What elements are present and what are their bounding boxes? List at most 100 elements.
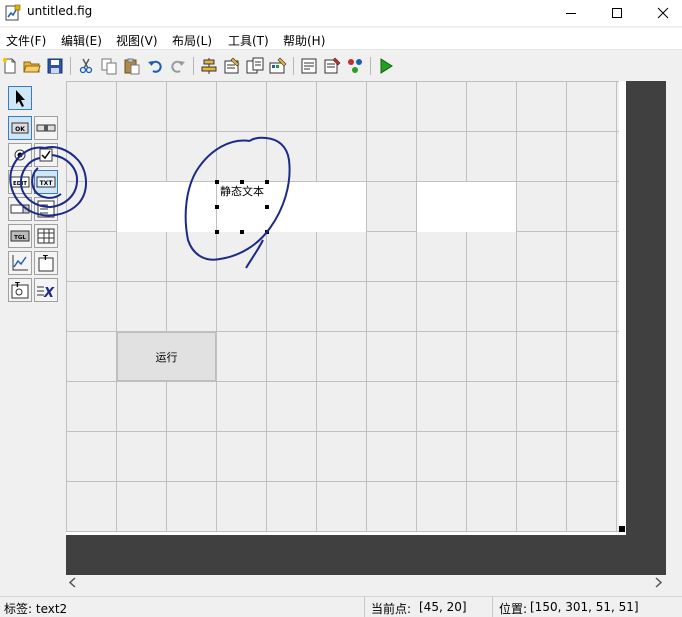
toolbar [0, 53, 682, 79]
title-bar: untitled.fig [0, 0, 682, 26]
activex-icon: X [37, 286, 55, 301]
svg-text:T: T [15, 281, 20, 289]
status-divider [492, 597, 493, 617]
menu-bar: 文件(F) 编辑(E) 视图(V) 布局(L) 工具(T) 帮助(H) [0, 28, 682, 50]
horizontal-scrollbar[interactable] [66, 575, 666, 590]
popup-menu-tool[interactable] [8, 197, 32, 221]
toolbar-separator [293, 57, 294, 75]
paste-icon[interactable] [123, 57, 141, 75]
toolbar-separator [193, 57, 194, 75]
status-position-label: 位置: [499, 602, 528, 616]
new-file-icon[interactable] [1, 57, 19, 75]
button-group-icon: T [11, 281, 29, 299]
panel-icon: T [38, 254, 54, 272]
selection-handle[interactable] [265, 180, 269, 184]
minimize-icon [566, 13, 576, 14]
radio-button-tool[interactable] [8, 143, 32, 167]
svg-text:TXT: TXT [40, 180, 54, 187]
undo-icon[interactable] [146, 57, 164, 75]
static-text-component[interactable] [117, 182, 216, 232]
toolbar-editor-icon[interactable] [269, 57, 287, 75]
svg-text:X: X [43, 286, 55, 301]
static-text-tool[interactable]: TXT [34, 170, 58, 194]
editor-icon[interactable] [300, 57, 318, 75]
pointer-arrow-icon [16, 90, 25, 107]
svg-text:TGL: TGL [14, 235, 26, 241]
svg-text:EDIT: EDIT [13, 181, 27, 187]
activex-tool[interactable]: X [34, 278, 58, 302]
selection-handle[interactable] [215, 230, 219, 234]
svg-text:T: T [43, 254, 48, 262]
status-current-point-label: 当前点: [371, 602, 412, 616]
ok-button-icon: OK [11, 122, 29, 134]
panel-tool[interactable]: T [34, 251, 58, 275]
selection-handle[interactable] [265, 230, 269, 234]
component-palette: OK EDIT TXT TGL T T X [0, 80, 66, 580]
figure-resize-handle[interactable] [619, 526, 625, 532]
selection-handle[interactable] [215, 205, 219, 209]
toggle-button-icon: TGL [10, 230, 30, 242]
minimize-button[interactable] [548, 0, 594, 26]
layout-grid[interactable] [66, 81, 619, 532]
figure-border [619, 81, 626, 532]
run-icon[interactable] [377, 57, 395, 75]
selection-handle[interactable] [240, 230, 244, 234]
align-icon[interactable] [200, 57, 218, 75]
selection-handle[interactable] [215, 180, 219, 184]
status-position-value: [150, 301, 51, 51] [530, 600, 639, 614]
listbox-tool[interactable] [34, 197, 58, 221]
cut-icon[interactable] [77, 57, 95, 75]
scroll-left-icon[interactable] [68, 577, 78, 588]
select-tool[interactable] [8, 86, 32, 110]
axes-tool[interactable] [8, 251, 32, 275]
menu-help[interactable]: 帮助(H) [283, 32, 325, 49]
redo-icon[interactable] [169, 57, 187, 75]
menu-edit[interactable]: 编辑(E) [61, 32, 102, 49]
run-push-button[interactable]: 运行 [117, 332, 216, 381]
menu-view[interactable]: 视图(V) [116, 32, 158, 49]
property-inspector-icon[interactable] [323, 57, 341, 75]
checkbox-tool[interactable] [34, 143, 58, 167]
axes-icon [12, 255, 28, 271]
push-button-tool[interactable]: OK [8, 116, 32, 140]
scroll-right-icon[interactable] [653, 577, 663, 588]
status-divider [364, 597, 365, 617]
radio-button-icon [14, 149, 26, 161]
static-text-icon: TXT [36, 176, 56, 188]
slider-icon [36, 124, 56, 132]
open-folder-icon[interactable] [23, 57, 41, 75]
listbox-icon [37, 200, 55, 218]
copy-icon[interactable] [100, 57, 118, 75]
tab-order-icon[interactable] [246, 57, 264, 75]
slider-tool[interactable] [34, 116, 58, 140]
figure-border [66, 532, 626, 535]
close-button[interactable] [640, 0, 682, 26]
layout-canvas[interactable]: 静态文本 运行 [66, 81, 666, 575]
toggle-button-tool[interactable]: TGL [8, 224, 32, 248]
toolbar-separator [70, 57, 71, 75]
checkbox-icon [39, 148, 53, 162]
edit-text-tool[interactable]: EDIT [8, 170, 32, 194]
button-group-tool[interactable]: T [8, 278, 32, 302]
svg-text:OK: OK [15, 126, 25, 133]
menu-editor-icon[interactable] [223, 57, 241, 75]
status-current-point-value: [45, 20] [419, 600, 467, 614]
static-text-component[interactable] [417, 182, 516, 232]
table-icon [37, 228, 55, 244]
close-icon [657, 7, 669, 19]
window-title: untitled.fig [27, 4, 93, 18]
save-icon[interactable] [46, 57, 64, 75]
toolbar-separator [370, 57, 371, 75]
maximize-icon [612, 8, 622, 18]
maximize-button[interactable] [594, 0, 640, 26]
menu-tools[interactable]: 工具(T) [228, 32, 269, 49]
selected-static-text[interactable]: 静态文本 [217, 182, 267, 202]
menu-file[interactable]: 文件(F) [6, 32, 46, 49]
selection-handle[interactable] [240, 180, 244, 184]
menu-layout[interactable]: 布局(L) [172, 32, 212, 49]
selection-handle[interactable] [265, 205, 269, 209]
object-browser-icon[interactable] [346, 57, 364, 75]
edit-text-icon: EDIT [10, 176, 30, 188]
popup-menu-icon [10, 204, 30, 214]
table-tool[interactable] [34, 224, 58, 248]
